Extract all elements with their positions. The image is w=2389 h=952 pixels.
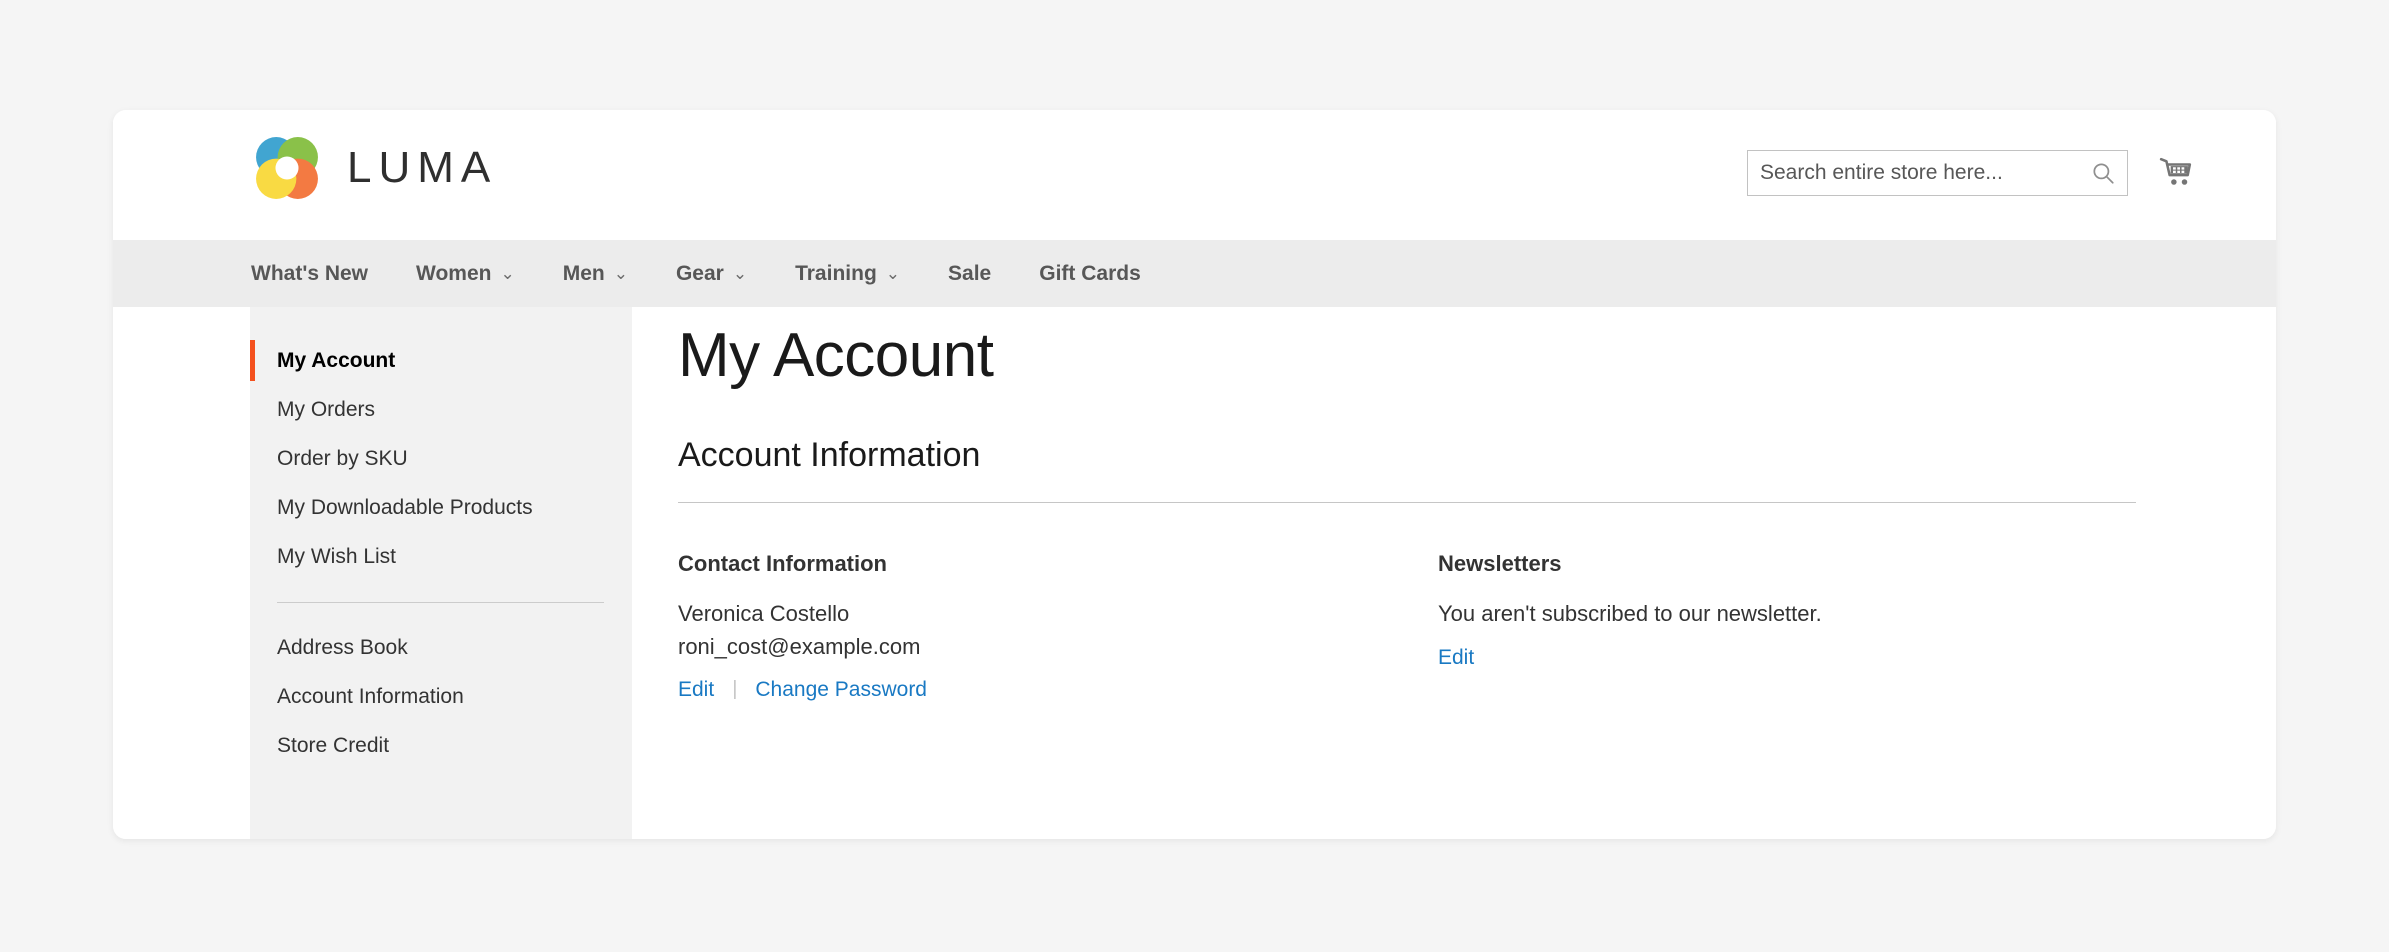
nav-item-label: Women (416, 261, 492, 285)
sidebar-item-label: My Orders (277, 398, 376, 421)
contact-information-block: Contact Information Veronica Costello ro… (678, 551, 1438, 702)
site-header: LUMA (113, 110, 2276, 240)
nav-item-label: Gift Cards (1039, 261, 1141, 285)
sidebar-item-label: My Account (277, 349, 396, 372)
sidebar-item-address-book[interactable]: Address Book (250, 623, 632, 672)
sidebar-item-label: Address Book (277, 636, 408, 659)
header-actions (1747, 150, 2198, 196)
account-columns: Contact Information Veronica Costello ro… (678, 551, 2136, 702)
sidebar-item-my-account[interactable]: My Account (250, 336, 632, 385)
sidebar-item-account-information[interactable]: Account Information (250, 672, 632, 721)
sidebar-item-my-wish-list[interactable]: My Wish List (250, 532, 632, 581)
search-input[interactable] (1748, 151, 2127, 195)
search-button[interactable] (2089, 159, 2117, 187)
sidebar-item-label: My Downloadable Products (277, 496, 533, 519)
search-box[interactable] (1747, 150, 2128, 196)
nav-item-label: Gear (675, 261, 724, 285)
chevron-down-icon: ⌄ (613, 264, 628, 283)
newsletters-block: Newsletters You aren't subscribed to our… (1438, 551, 2136, 702)
contact-information-heading: Contact Information (678, 551, 887, 576)
chevron-down-icon: ⌄ (500, 264, 515, 283)
sidebar-item-order-by-sku[interactable]: Order by SKU (250, 434, 632, 483)
sidebar-item-label: Order by SKU (277, 447, 408, 470)
nav-item-label: What's New (251, 261, 369, 285)
nav-item-gift-cards[interactable]: Gift Cards (1039, 262, 1141, 286)
newsletter-status: You aren't subscribed to our newsletter. (1438, 601, 1822, 626)
nav-item-men[interactable]: Men ⌄ (563, 262, 628, 286)
cart-button[interactable] (2154, 151, 2198, 195)
edit-contact-link[interactable]: Edit (678, 678, 714, 702)
nav-item-gear[interactable]: Gear ⌄ (676, 262, 747, 286)
link-separator: | (732, 678, 738, 701)
customer-name: Veronica Costello (678, 601, 850, 626)
account-sidebar: My Account My Orders Order by SKU My Dow… (250, 307, 632, 839)
shopping-cart-icon (2159, 157, 2192, 185)
search-icon (2093, 163, 2114, 184)
newsletters-heading: Newsletters (1438, 551, 1562, 576)
change-password-link[interactable]: Change Password (755, 678, 927, 702)
nav-item-whats-new[interactable]: What's New (251, 262, 368, 286)
nav-item-sale[interactable]: Sale (948, 262, 991, 286)
sidebar-divider (277, 602, 604, 603)
edit-newsletter-link[interactable]: Edit (1438, 646, 2136, 670)
chevron-down-icon: ⌄ (885, 264, 901, 283)
chevron-down-icon: ⌄ (732, 264, 748, 283)
sidebar-item-label: Store Credit (277, 734, 390, 757)
block-title-account-information: Account Information (678, 436, 2136, 503)
site-logo[interactable]: LUMA (251, 132, 497, 204)
nav-item-women[interactable]: Women ⌄ (416, 262, 515, 286)
nav-item-label: Training (795, 261, 877, 285)
contact-actions: Edit | Change Password (678, 678, 1438, 702)
nav-item-label: Sale (948, 261, 992, 285)
sidebar-item-store-credit[interactable]: Store Credit (250, 721, 632, 770)
account-main-content: My Account Account Information Contact I… (632, 307, 2276, 702)
sidebar-item-label: My Wish List (277, 545, 397, 568)
page-body: My Account My Orders Order by SKU My Dow… (113, 307, 2276, 839)
nav-item-training[interactable]: Training ⌄ (795, 262, 900, 286)
customer-email: roni_cost@example.com (678, 634, 921, 660)
storefront-page-card: LUMA Search entire store here... What's … (113, 110, 2276, 839)
nav-item-label: Men (562, 261, 605, 285)
luma-flower-logo-icon (256, 137, 318, 199)
main-navigation: What's New Women ⌄ Men ⌄ Gear ⌄ Training… (113, 240, 2276, 307)
sidebar-item-my-downloadable-products[interactable]: My Downloadable Products (250, 483, 632, 532)
sidebar-item-label: Account Information (277, 685, 464, 708)
brand-name: LUMA (347, 143, 498, 192)
page-title: My Account (678, 321, 994, 390)
sidebar-item-my-orders[interactable]: My Orders (250, 385, 632, 434)
